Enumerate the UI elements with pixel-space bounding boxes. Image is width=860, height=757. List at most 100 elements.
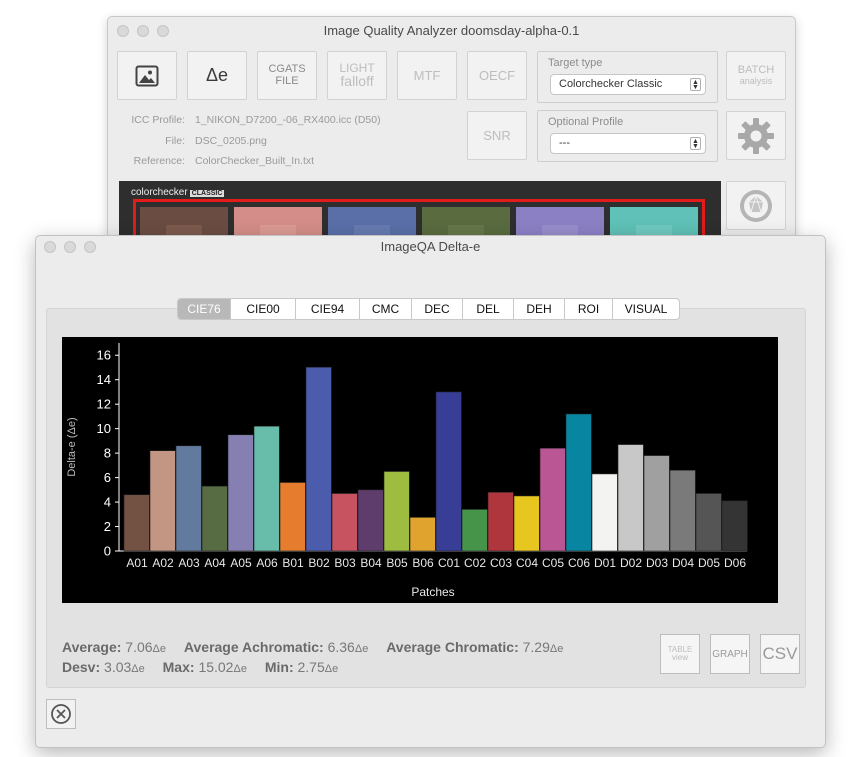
x-tick-label: B02 xyxy=(308,556,330,570)
chevron-updown-icon: ▲ ▼ xyxy=(690,137,701,150)
bar-a06 xyxy=(253,425,280,552)
target-type-select[interactable]: Colorchecker Classic ▲ ▼ xyxy=(550,74,706,95)
aperture-icon xyxy=(740,189,772,222)
tab-cie94[interactable]: CIE94 xyxy=(295,299,359,319)
y-tick-label: 4 xyxy=(104,495,111,510)
target-type-value: Colorchecker Classic xyxy=(559,78,663,90)
bar-d02 xyxy=(617,444,644,552)
open-image-button[interactable] xyxy=(117,51,177,100)
delta-e-window-title: ImageQA Delta-e xyxy=(380,239,481,254)
x-tick-label: B06 xyxy=(412,556,434,570)
max-value: 15.02 xyxy=(198,659,234,675)
image-preview[interactable]: colorchecker CLASSIC xyxy=(119,181,721,237)
light-falloff-button[interactable]: LIGHT falloff xyxy=(327,51,387,100)
settings-button[interactable] xyxy=(726,111,786,160)
y-axis-label: Delta-e (Δe) xyxy=(66,417,78,476)
bar-a02 xyxy=(149,450,176,552)
bar-c02 xyxy=(461,509,488,552)
batch-label-line1: BATCH xyxy=(737,64,775,76)
bar-b05 xyxy=(383,471,410,552)
optional-profile-label: Optional Profile xyxy=(548,116,624,128)
chart-svg: 0 2 4 6 8 10 12 14 16 A01 A02 A03 A04 A05 A06 B01 B02 B03… xyxy=(66,343,748,599)
batch-label-line2: analysis xyxy=(739,75,773,86)
gear-icon xyxy=(738,117,774,154)
file-row: File: DSC_0205.png xyxy=(108,135,267,147)
oecf-button[interactable]: OECF xyxy=(467,51,527,100)
average-label: Average: xyxy=(62,639,122,655)
cgats-label-line2: FILE xyxy=(275,74,299,87)
light-label-line2: falloff xyxy=(340,73,374,90)
preview-brand: colorchecker CLASSIC xyxy=(131,187,225,198)
y-tick-label: 8 xyxy=(104,446,111,461)
mtf-button[interactable]: MTF xyxy=(397,51,457,100)
x-tick-label: A06 xyxy=(256,556,278,570)
tab-dec[interactable]: DEC xyxy=(411,299,462,319)
desv-value: 3.03 xyxy=(104,659,132,675)
x-tick-label: B01 xyxy=(282,556,304,570)
cgats-file-button[interactable]: CGATS FILE xyxy=(257,51,317,100)
snr-button[interactable]: SNR xyxy=(467,111,527,160)
x-tick-label: C03 xyxy=(490,556,512,570)
reference-label: Reference: xyxy=(133,155,185,167)
bar-b02 xyxy=(305,366,332,552)
icc-profile-row: ICC Profile: 1_NIKON_D7200_-06_RX400.icc … xyxy=(108,114,381,126)
csv-button[interactable]: CSV xyxy=(760,634,800,674)
bar-b06 xyxy=(409,517,436,552)
bar-c06 xyxy=(565,413,592,552)
main-window-title: Image Quality Analyzer doomsday-alpha-0.… xyxy=(323,23,580,38)
file-label: File: xyxy=(165,135,185,147)
x-axis-label: Patches xyxy=(411,585,454,599)
x-tick-label: B05 xyxy=(386,556,408,570)
tab-visual[interactable]: VISUAL xyxy=(612,299,679,319)
average-chromatic-unit: Δe xyxy=(549,643,564,655)
tab-cmc[interactable]: CMC xyxy=(359,299,411,319)
x-tick-label: A04 xyxy=(204,556,226,570)
tab-roi[interactable]: ROI xyxy=(564,299,612,319)
metric-tabs: CIE76 CIE00 CIE94 CMC DEC DEL DEH ROI VI… xyxy=(177,298,680,320)
delta-e-button[interactable]: Δe xyxy=(187,51,247,100)
bar-d05 xyxy=(695,493,722,552)
bar-b04 xyxy=(357,489,384,552)
target-selection-box[interactable] xyxy=(133,199,705,237)
camera-shutter-button[interactable] xyxy=(726,181,786,230)
tab-cie76[interactable]: CIE76 xyxy=(178,299,230,319)
x-tick-label: D06 xyxy=(724,556,746,570)
tab-deh[interactable]: DEH xyxy=(513,299,564,319)
reference-row: Reference: ColorChecker_Built_In.txt xyxy=(108,155,314,167)
min-unit: Δe xyxy=(324,663,339,675)
table-view-button[interactable]: TABLE view xyxy=(660,634,700,674)
x-tick-label: A02 xyxy=(152,556,174,570)
optional-profile-select[interactable]: --- ▲ ▼ xyxy=(550,133,706,154)
bar-a05 xyxy=(227,434,254,552)
table-label-line2: view xyxy=(671,653,688,662)
average-achromatic-label: Average Achromatic: xyxy=(183,639,324,655)
graph-button[interactable]: GRAPH xyxy=(710,634,750,674)
main-titlebar: Image Quality Analyzer doomsday-alpha-0.… xyxy=(108,17,795,45)
x-tick-label: D01 xyxy=(594,556,616,570)
bar-c01 xyxy=(435,391,462,552)
x-tick-label: C02 xyxy=(464,556,486,570)
average-chromatic-value: 7.29 xyxy=(522,639,550,655)
close-results-button[interactable] xyxy=(46,699,76,729)
tab-cie00[interactable]: CIE00 xyxy=(230,299,295,319)
y-tick-label: 0 xyxy=(104,544,111,559)
batch-analysis-button[interactable]: BATCH analysis xyxy=(726,51,786,100)
bar-b01 xyxy=(279,482,306,552)
bar-d01 xyxy=(591,473,618,552)
icc-profile-value: 1_NIKON_D7200_-06_RX400.icc (D50) xyxy=(195,114,381,126)
max-unit: Δe xyxy=(233,663,247,675)
x-tick-label: A01 xyxy=(126,556,148,570)
delta-e-bar-chart: 0 2 4 6 8 10 12 14 16 A01 A02 A03 A04 A05 A06 B01 B02 B03… xyxy=(62,337,778,603)
tab-del[interactable]: DEL xyxy=(462,299,513,319)
bar-c05 xyxy=(539,447,566,552)
optional-profile-group: Optional Profile --- ▲ ▼ xyxy=(537,110,718,162)
target-type-group: Target type Colorchecker Classic ▲ ▼ xyxy=(537,51,718,103)
y-tick-label: 12 xyxy=(97,397,111,412)
y-tick-label: 10 xyxy=(97,421,111,436)
x-tick-label: D04 xyxy=(672,556,694,570)
stats-summary: Average: 7.06Δe Average Achromatic: 6.36… xyxy=(62,638,563,678)
y-tick-label: 16 xyxy=(97,348,111,363)
x-tick-label: B04 xyxy=(360,556,382,570)
bar-d04 xyxy=(669,469,696,552)
x-tick-label: D05 xyxy=(698,556,720,570)
